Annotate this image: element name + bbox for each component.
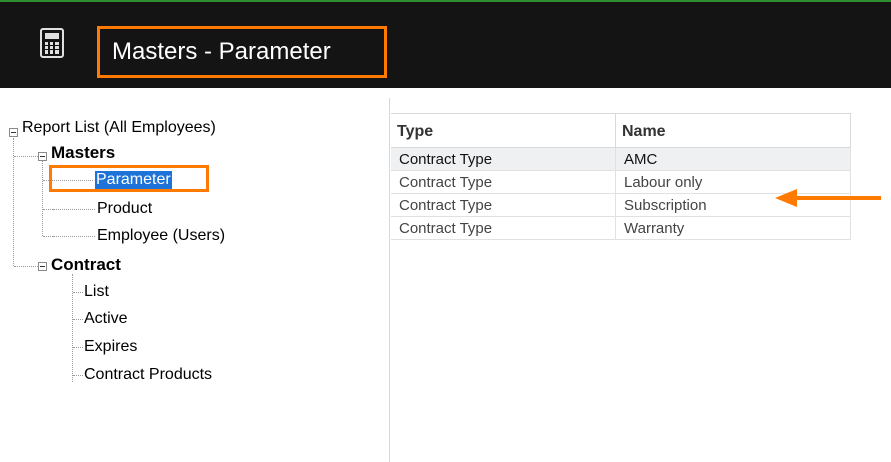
collapse-root-icon[interactable] [9,128,18,137]
tree-item-active[interactable]: Active [84,310,128,328]
tree-item-product[interactable]: Product [97,200,152,218]
cell-name: AMC [616,148,851,171]
column-header-name[interactable]: Name [616,113,851,148]
tree-item-list[interactable]: List [84,283,109,301]
tree-item-contract-products[interactable]: Contract Products [84,366,212,384]
tree-connector [73,292,83,293]
table-row[interactable]: Contract Type Warranty [391,217,851,240]
parameter-grid-panel: Type Name Contract Type AMC Contract Typ… [389,98,891,462]
cell-type: Contract Type [391,217,616,240]
title-bar: Masters - Parameter [0,0,891,88]
tree-group-contract[interactable]: Contract [51,256,121,274]
cell-type: Contract Type [391,148,616,171]
tree-guide-line [42,161,43,236]
tree-connector [73,319,83,320]
calculator-icon [40,28,64,58]
cell-type: Contract Type [391,194,616,217]
tree-connector [53,236,95,237]
page-title: Masters - Parameter [112,38,331,65]
app-window: Masters - Parameter Report List (All Emp… [0,0,891,462]
tree-connector [43,236,53,237]
tree-root[interactable]: Report List (All Employees) [22,119,216,137]
table-row[interactable]: Contract Type AMC [391,148,851,171]
annotation-arrow-icon [775,189,797,207]
cell-type: Contract Type [391,171,616,194]
column-header-type[interactable]: Type [391,113,616,148]
tree-connector [73,375,83,376]
tree-guide-line [72,274,73,382]
tree-item-employee-users[interactable]: Employee (Users) [97,227,225,245]
title-highlight-box: Masters - Parameter [97,26,387,78]
collapse-contract-icon[interactable] [38,262,47,271]
collapse-masters-icon[interactable] [38,152,47,161]
tree-group-masters[interactable]: Masters [51,144,115,162]
cell-name: Labour only [616,171,851,194]
tree-guide-line [13,138,14,266]
report-tree: Report List (All Employees) Masters Para… [0,98,365,462]
tree-connector [73,347,83,348]
grid-header: Type Name [391,113,851,148]
tree-connector [43,209,53,210]
tree-connector [53,209,95,210]
tree-item-expires[interactable]: Expires [84,338,137,356]
tree-connector [14,266,38,267]
tree-connector [14,156,38,157]
selection-highlight-box [49,165,209,192]
annotation-arrow-shaft [795,196,881,200]
cell-name: Warranty [616,217,851,240]
